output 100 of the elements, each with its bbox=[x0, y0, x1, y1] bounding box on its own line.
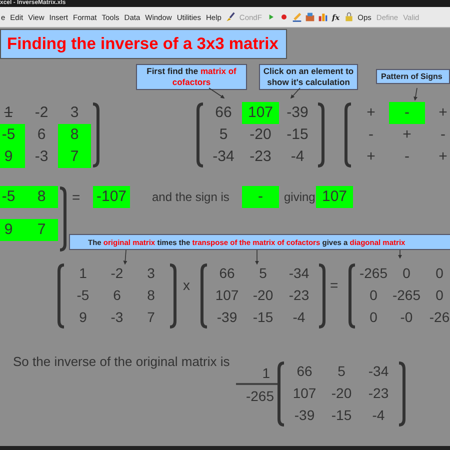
right-bracket bbox=[91, 102, 101, 168]
matrix-cell[interactable]: + bbox=[389, 124, 425, 146]
matrix-cell-text: -4 bbox=[371, 406, 386, 425]
matrix-cell-text: 1 bbox=[78, 264, 88, 283]
right-bracket bbox=[58, 186, 68, 252]
matrix-cell[interactable]: -3 bbox=[25, 146, 58, 168]
cofactor-cell[interactable]: 107 bbox=[316, 186, 353, 208]
matrix-cell[interactable]: 107 bbox=[242, 102, 279, 124]
fraction-denominator: -265 bbox=[244, 387, 275, 405]
matrix-cell-text: 9 bbox=[78, 308, 88, 327]
matrix-cell-text: -15 bbox=[252, 308, 274, 327]
matrix-cell-text: -20 bbox=[252, 286, 274, 305]
matrix-cell[interactable]: + bbox=[353, 102, 389, 124]
callout-box: First find the matrix of cofactors bbox=[136, 64, 247, 90]
determinant-cell[interactable]: -107 bbox=[93, 186, 130, 208]
equals-sign: = bbox=[72, 188, 80, 207]
matrix-cell-text: 66 bbox=[296, 362, 314, 381]
multiply-sign: x bbox=[183, 276, 190, 295]
conclusion-text: So the inverse of the original matrix is bbox=[13, 354, 230, 370]
leader-line bbox=[414, 88, 418, 101]
callout-box: Click on an element to show it's calculation bbox=[259, 64, 358, 90]
matrix-cell[interactable]: + bbox=[425, 102, 450, 124]
matrix-cell[interactable]: -5 bbox=[0, 124, 25, 146]
matrix-cell-text: -34 bbox=[288, 264, 310, 283]
matrix-cell[interactable]: - bbox=[389, 102, 425, 124]
matrix-cell[interactable]: -2 bbox=[25, 102, 58, 124]
matrix-cell[interactable]: 3 bbox=[58, 102, 91, 124]
matrix-cell[interactable]: 1 bbox=[0, 102, 25, 124]
matrix-cell-text: -26 bbox=[428, 308, 450, 327]
matrix-cell-text: 7 bbox=[146, 308, 156, 327]
matrix-cell-text: -0 bbox=[399, 308, 414, 327]
leader-line bbox=[208, 88, 225, 98]
matrix-cell[interactable]: -4 bbox=[279, 146, 316, 168]
matrix-cell-text: 5 bbox=[258, 264, 268, 283]
sheet-title: Finding the inverse of a 3x3 matrix bbox=[0, 29, 288, 59]
matrix-cell[interactable]: -20 bbox=[242, 124, 279, 146]
bar-chart-icon[interactable] bbox=[318, 12, 328, 22]
matrix-cell[interactable]: 7 bbox=[25, 219, 58, 241]
fraction-numerator: 1 bbox=[236, 363, 278, 385]
matrix-cell-text: 107 bbox=[214, 286, 240, 305]
matrix-cell-text: -20 bbox=[330, 384, 353, 403]
matrix-cell[interactable]: 9 bbox=[0, 219, 25, 241]
right-bracket bbox=[317, 263, 327, 329]
matrix-cell-text: -265 bbox=[358, 264, 389, 283]
matrix-cell-text: 6 bbox=[112, 286, 122, 305]
left-bracket bbox=[195, 102, 205, 168]
leader-line bbox=[290, 88, 300, 99]
left-bracket bbox=[199, 263, 209, 329]
matrix-cell[interactable]: -23 bbox=[242, 146, 279, 168]
matrix-cell[interactable]: -39 bbox=[279, 102, 316, 124]
matrix-cell-text: 0 bbox=[434, 286, 444, 305]
left-bracket bbox=[347, 263, 357, 329]
toolbox-icon[interactable] bbox=[304, 12, 315, 22]
matrix-cell[interactable]: - bbox=[353, 124, 389, 146]
matrix-cell-text: -5 bbox=[76, 286, 90, 305]
matrix-cell-text: 0 bbox=[368, 286, 378, 305]
matrix-cell-text: 5 bbox=[336, 362, 346, 381]
matrix-cell[interactable]: 8 bbox=[58, 124, 91, 146]
matrix-cell-text: 0 bbox=[368, 308, 378, 327]
matrix-cell-text: 0 bbox=[402, 264, 412, 283]
matrix-cell[interactable]: -15 bbox=[279, 124, 316, 146]
right-bracket bbox=[316, 102, 326, 168]
right-bracket bbox=[397, 361, 407, 427]
matrix-cell-text: -265 bbox=[391, 286, 422, 305]
matrix-cell-text: 3 bbox=[146, 264, 156, 283]
matrix-cell[interactable]: 9 bbox=[0, 146, 25, 168]
matrix-cell[interactable]: + bbox=[353, 146, 389, 168]
right-bracket bbox=[168, 263, 178, 329]
matrix-cell-text: -23 bbox=[288, 286, 310, 305]
pencil-icon[interactable] bbox=[292, 12, 302, 22]
leader-line bbox=[398, 250, 402, 259]
matrix-cell-text: -2 bbox=[110, 264, 124, 283]
matrix-cell[interactable]: 6 bbox=[25, 124, 58, 146]
matrix-cell[interactable]: -34 bbox=[205, 146, 242, 168]
matrix-cell-text: -4 bbox=[292, 308, 306, 327]
matrix-cell-text: -39 bbox=[293, 406, 316, 425]
brush-icon[interactable] bbox=[225, 12, 236, 22]
leader-line bbox=[255, 250, 259, 265]
left-bracket bbox=[276, 361, 286, 427]
matrix-cell-text: -15 bbox=[330, 406, 353, 425]
record-icon[interactable] bbox=[278, 12, 289, 22]
left-bracket bbox=[343, 102, 353, 168]
leader-line bbox=[123, 250, 128, 265]
matrix-cell[interactable]: 7 bbox=[58, 146, 91, 168]
matrix-cell-text: -23 bbox=[367, 384, 390, 403]
matrix-cell[interactable]: -5 bbox=[0, 186, 25, 208]
matrix-cell[interactable]: 8 bbox=[25, 186, 58, 208]
padlock-icon[interactable] bbox=[344, 12, 354, 22]
matrix-cell-text: -39 bbox=[216, 308, 238, 327]
matrix-cell[interactable]: 5 bbox=[205, 124, 242, 146]
left-bracket bbox=[56, 263, 66, 329]
matrix-cell[interactable]: - bbox=[389, 146, 425, 168]
matrix-cell[interactable]: - bbox=[425, 124, 450, 146]
matrix-cell[interactable]: + bbox=[425, 146, 450, 168]
matrix-cell[interactable]: 66 bbox=[205, 102, 242, 124]
matrix-cell-text: 66 bbox=[218, 264, 236, 283]
matrix-cell-text: -34 bbox=[367, 362, 390, 381]
sign-label: and the sign is bbox=[152, 189, 230, 206]
sign-cell[interactable]: - bbox=[242, 186, 279, 208]
giving-label: giving bbox=[284, 189, 316, 206]
